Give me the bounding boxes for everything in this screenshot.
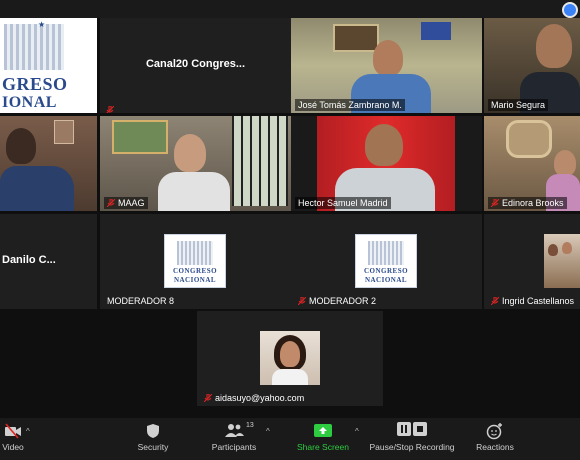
security-label: Security [137, 442, 169, 452]
video-feed [0, 116, 97, 211]
muted-mic-icon [491, 297, 499, 305]
share-options-caret-icon[interactable]: ^ [355, 427, 359, 436]
muted-mic-icon [491, 199, 499, 207]
person-head [373, 40, 403, 76]
participant-tile-hector-samuel[interactable]: Hector Samuel Madrid [291, 116, 482, 211]
congreso-logo: CONGRESO NACIONAL [164, 234, 226, 288]
video-options-caret-icon[interactable]: ^ [26, 427, 30, 436]
person-head [174, 134, 206, 172]
participant-name: MODERADOR 2 [309, 296, 377, 306]
muted-mic-icon [106, 101, 115, 113]
share-screen-button[interactable]: Share Screen [294, 422, 352, 452]
logo-text-line2: NACIONAL [173, 276, 217, 284]
participant-name: MODERADOR 8 [107, 296, 175, 306]
congreso-building-image [177, 241, 213, 265]
participants-count: 13 [246, 422, 254, 429]
security-button[interactable]: Security [130, 422, 176, 452]
wall-frame [54, 120, 74, 144]
participant-tile-aidasuyo[interactable]: aidasuyo@yahoo.com [197, 311, 383, 406]
pause-stop-recording-button[interactable]: Pause/Stop Recording [366, 422, 458, 452]
star-icon: ★ [38, 20, 46, 29]
wall-mirror [506, 120, 552, 158]
pause-stop-recording-label: Pause/Stop Recording [369, 442, 455, 452]
logo-text-line2: IONAL [2, 94, 57, 111]
participants-label: Participants [211, 442, 257, 452]
logo-text-line1: GRESO [2, 74, 68, 94]
person-head [548, 244, 558, 256]
share-screen-label: Share Screen [297, 442, 349, 452]
participant-tile-danilo[interactable]: Danilo C... [0, 214, 97, 309]
participant-name: MAAG [118, 198, 145, 208]
security-shield-icon[interactable] [562, 2, 578, 18]
video-off-icon [5, 423, 21, 439]
logo-text-line1: CONGRESO [172, 267, 218, 275]
participant-tile-moderador-8[interactable]: CONGRESO NACIONAL MODERADOR 8 [100, 214, 291, 309]
reactions-label: Reactions [476, 442, 514, 452]
participants-icon-group: 13 [206, 422, 262, 440]
logo-text-line1: CONGRESO [363, 267, 409, 275]
participant-name: Danilo C... [2, 254, 56, 266]
participant-tile-canal20[interactable]: Canal20 Congres... [100, 18, 291, 113]
participant-name: Mario Segura [488, 99, 549, 111]
profile-photo [544, 234, 580, 288]
wall-painting [333, 24, 379, 52]
pause-icon [396, 422, 411, 436]
person-head [554, 150, 576, 176]
participant-name-tag: Ingrid Castellanos [488, 295, 577, 307]
share-screen-icon [314, 424, 332, 437]
participant-name-tag: MAAG [104, 197, 148, 209]
participant-tile-moderador-2[interactable]: CONGRESO NACIONAL MODERADOR 2 [291, 214, 482, 309]
person-body [0, 166, 74, 211]
person-body [272, 369, 308, 385]
participant-tile-ingrid[interactable]: Ingrid Castellanos [484, 214, 580, 309]
window-grille [232, 116, 288, 206]
participant-tile-congreso-logo[interactable]: ★ GRESO IONAL [0, 18, 97, 113]
person-body [158, 172, 230, 211]
meeting-toolbar: Video ^ Security 13 Participants ^ Share… [0, 418, 580, 460]
reactions-button[interactable]: Reactions [472, 422, 518, 452]
top-bar [0, 0, 580, 18]
participants-button[interactable]: 13 Participants [206, 422, 262, 452]
participant-name: Hector Samuel Madrid [295, 197, 391, 209]
flag-image [421, 22, 451, 40]
participant-name: José Tomás Zambrano M. [295, 99, 405, 111]
congreso-logo: CONGRESO NACIONAL [355, 234, 417, 288]
participant-tile-left-row2[interactable] [0, 116, 97, 211]
stop-icon [413, 422, 428, 436]
logo-text-line2: NACIONAL [364, 276, 408, 284]
participant-tile-mario-segura[interactable]: Mario Segura [484, 18, 580, 113]
person-head [365, 124, 403, 166]
profile-photo [260, 331, 320, 385]
participant-tile-edinora-brooks[interactable]: Edinora Brooks [484, 116, 580, 211]
congreso-building-image [4, 24, 64, 70]
smiley-plus-icon [486, 423, 502, 440]
person-face [280, 341, 300, 367]
participant-name: Edinora Brooks [502, 198, 564, 208]
participant-name: Ingrid Castellanos [502, 296, 575, 306]
shield-icon [147, 424, 159, 438]
muted-mic-icon [107, 199, 115, 207]
participant-name: aidasuyo@yahoo.com [215, 393, 305, 403]
person-head [536, 24, 572, 68]
participant-name-tag: MODERADOR 2 [295, 295, 379, 307]
video-button[interactable]: Video [0, 422, 26, 452]
participant-name: Canal20 Congres... [145, 58, 246, 70]
participant-name-tag: Edinora Brooks [488, 197, 567, 209]
participants-options-caret-icon[interactable]: ^ [266, 427, 270, 436]
congreso-building-image [368, 241, 404, 265]
participant-tile-maag[interactable]: MAAG [100, 116, 291, 211]
muted-mic-icon [204, 394, 212, 402]
video-label: Video [2, 442, 24, 452]
muted-mic-icon [298, 297, 306, 305]
participant-name-tag: aidasuyo@yahoo.com [201, 392, 307, 404]
wall-painting [112, 120, 168, 154]
person-head [562, 242, 572, 254]
participant-tile-jose-tomas[interactable]: José Tomás Zambrano M. [291, 18, 482, 113]
recording-icons [366, 422, 458, 440]
participants-icon [225, 424, 244, 437]
person-head [6, 128, 36, 164]
